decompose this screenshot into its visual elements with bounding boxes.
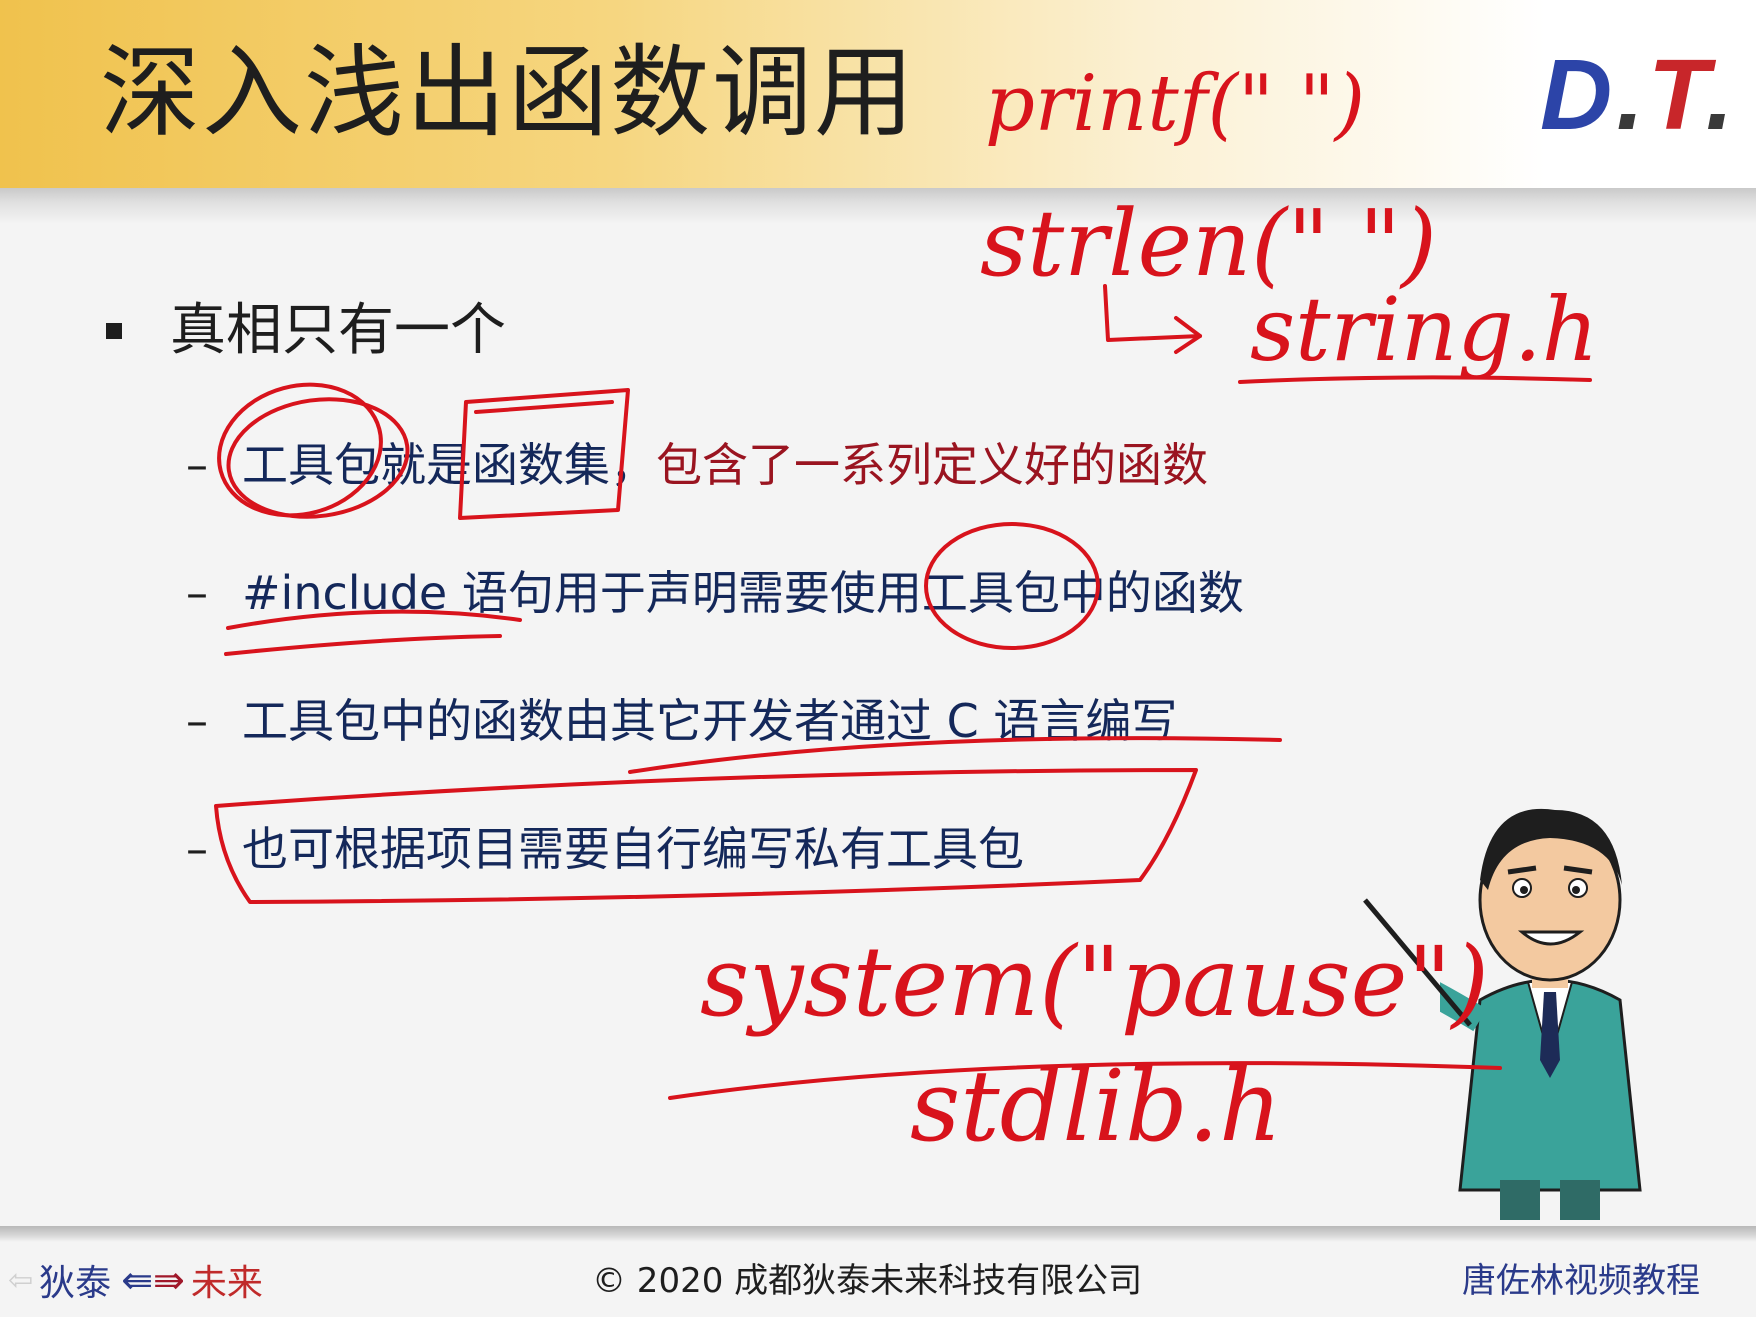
logo-dot-1: .	[1616, 39, 1649, 151]
handwriting-string-h: string.h	[1250, 278, 1598, 381]
sub-bullet-3: – 工具包中的函数由其它开发者通过 C 语言编写	[186, 686, 1177, 756]
sub-bullet-4: – 也可根据项目需要自行编写私有工具包	[186, 814, 1024, 884]
dash-marker: –	[186, 823, 208, 875]
slide-title: 深入浅出函数调用	[100, 34, 916, 151]
handwriting-system-pause: system("pause")	[700, 926, 1489, 1038]
footer-brand: ⇦ 狄泰 ⇚ ⇛ 未来	[8, 1255, 263, 1305]
sub-bullet-1-red: 包含了一系列定义好的函数	[656, 438, 1208, 492]
back-arrow-icon: ⇦	[8, 1262, 34, 1298]
left-arrow-icon: ⇚	[121, 1258, 153, 1302]
sub-bullet-2: – #include 语句用于声明需要使用工具包中的函数	[186, 558, 1244, 628]
presenter-figure	[1440, 808, 1642, 1220]
footer-divider	[0, 1226, 1756, 1242]
logo-letter-t: T	[1648, 39, 1706, 151]
sub-bullet-1-text: 工具包就是函数集，包含了一系列定义好的函数	[242, 430, 1208, 500]
main-bullet: 真相只有一个	[106, 296, 506, 366]
footer-brand-b: 未来	[190, 1263, 263, 1304]
logo-letter-d: D	[1540, 39, 1617, 151]
footer-copyright: © 2020 成都狄泰未来科技有限公司	[592, 1261, 1143, 1301]
sub-bullet-2-text: #include 语句用于声明需要使用工具包中的函数	[242, 566, 1244, 620]
main-bullet-text: 真相只有一个	[170, 298, 506, 363]
dash-marker: –	[186, 567, 208, 619]
title-bar-shadow	[0, 188, 1756, 224]
handwriting-stdlib-h: stdlib.h	[910, 1050, 1282, 1164]
sub-bullet-3-text: 工具包中的函数由其它开发者通过 C 语言编写	[242, 694, 1178, 748]
bullet-square-icon	[106, 323, 122, 339]
dash-marker: –	[186, 439, 208, 491]
dt-logo: D.T.	[1540, 40, 1737, 150]
sub-bullet-1: – 工具包就是函数集，包含了一系列定义好的函数	[186, 430, 1208, 500]
logo-dot-2: .	[1705, 39, 1738, 151]
right-arrow-icon: ⇛	[153, 1258, 185, 1302]
footer-course: 唐佐林视频教程	[1462, 1261, 1700, 1301]
dash-marker: –	[186, 695, 208, 747]
sub-bullet-4-text: 也可根据项目需要自行编写私有工具包	[242, 822, 1024, 876]
sub-bullet-1-navy: 工具包就是函数集，	[242, 438, 656, 492]
footer-brand-a: 狄泰	[39, 1263, 112, 1304]
